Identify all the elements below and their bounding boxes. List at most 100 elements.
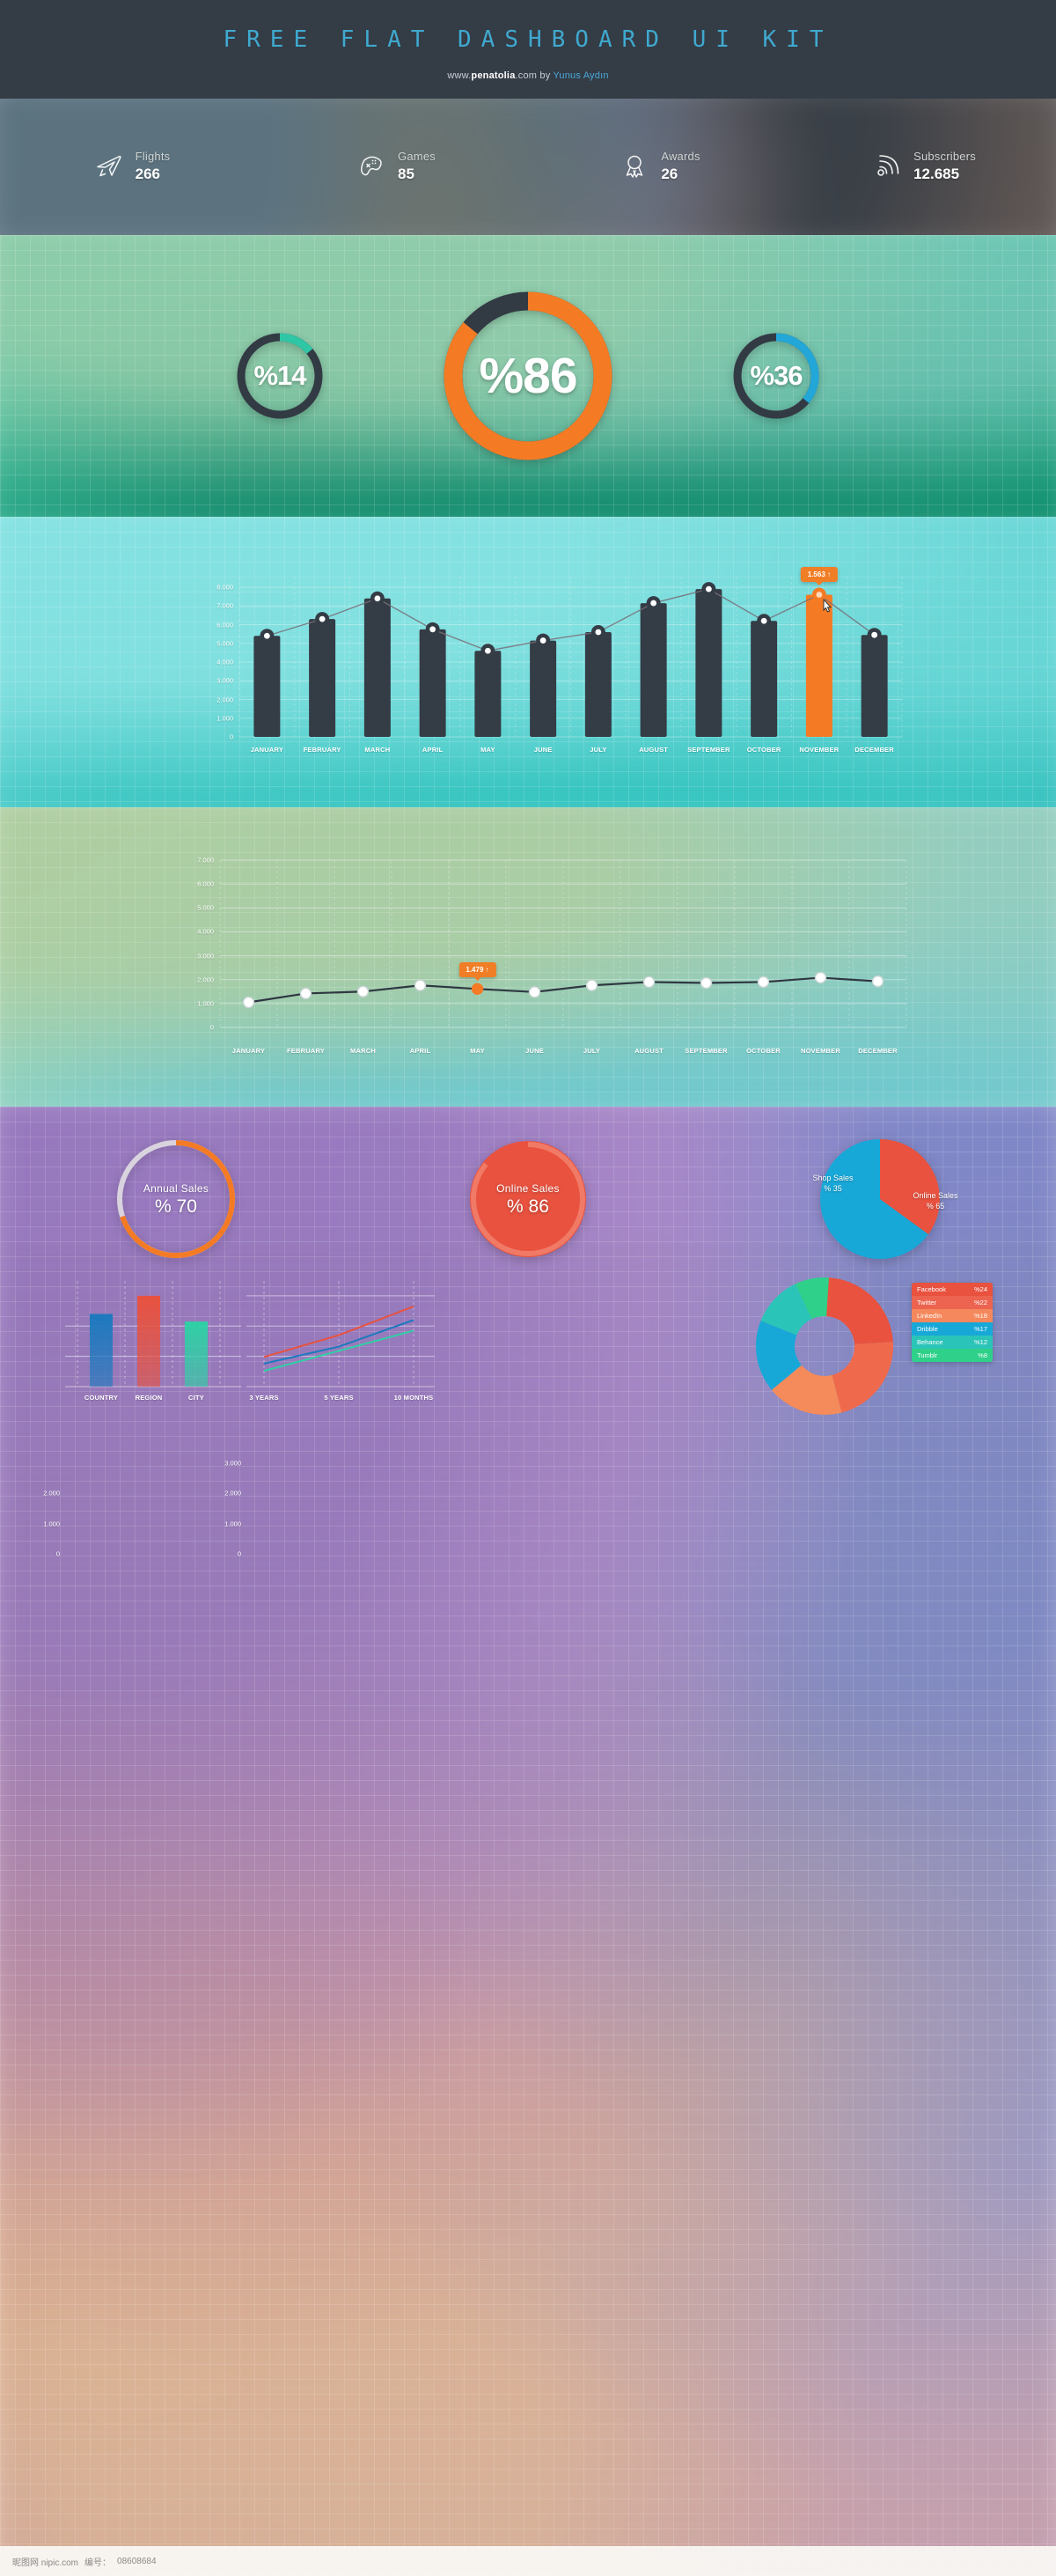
stat-games[interactable]: Games 85 — [264, 150, 528, 183]
x-axis-label: MARCH — [364, 746, 391, 754]
award-icon — [620, 151, 649, 181]
legend-value: %12 — [973, 1338, 987, 1346]
axis-y-label: 1.000 — [224, 1520, 241, 1528]
social-legend[interactable]: Facebook %24 Twitter %22 LinkedIn %18 Dribble%… — [912, 1283, 993, 1362]
x-axis-label: AUGUST — [639, 746, 669, 754]
bottom-band: Annual Sales % 70 Online Sales % 86 Shop… — [0, 1107, 1056, 2576]
subtitle-brand: penatolia — [471, 70, 516, 81]
stat-flights[interactable]: Flights 266 — [0, 150, 264, 183]
author-link[interactable]: Yunus Aydın — [553, 70, 608, 81]
line-point — [871, 975, 884, 988]
x-axis-label: JUNE — [533, 746, 553, 754]
legend-label: Facebook — [917, 1285, 946, 1293]
x-axis-label: 5 YEARS — [324, 1394, 354, 1402]
stat-value: 266 — [135, 166, 161, 183]
donut-right[interactable]: %36 — [729, 328, 824, 423]
stat-value: 26 — [661, 166, 678, 183]
online-sales-disc[interactable]: Online Sales % 86 — [456, 1127, 601, 1272]
monthly-bar-chart[interactable]: 0 1.000 2.000 3.000 4.000 5.000 6.000 7.000 8.00… — [0, 517, 1056, 807]
point-dot — [650, 600, 657, 607]
legend-row[interactable]: Tumblr %8 — [912, 1349, 993, 1362]
point-dot — [816, 592, 823, 598]
footer-strip: 昵图网 nipic.com 编号： 08608684 — [0, 2546, 1056, 2576]
pie-label-pct: % 35 — [824, 1183, 842, 1193]
annual-sales-center: Annual Sales % 70 — [143, 1181, 209, 1218]
legend-row[interactable]: Facebook %24 — [912, 1283, 993, 1296]
legend-row[interactable]: Dribble %17 — [912, 1322, 993, 1336]
point-dot — [319, 615, 326, 622]
donut-center[interactable]: %86 — [440, 288, 616, 464]
online-sales-center: Online Sales % 86 — [496, 1181, 560, 1218]
stats-band: Flights 266 Games 85 Awards 26 Subscribe… — [0, 99, 1056, 235]
page-title: FREE FLAT DASHBOARD UI KIT — [223, 26, 833, 53]
stat-awards[interactable]: Awards 26 — [528, 150, 792, 183]
x-axis-label: JUNE — [525, 1047, 544, 1055]
ring-title: Annual Sales — [143, 1182, 209, 1195]
x-axis-label: JANUARY — [231, 1047, 266, 1055]
axis-y-label: 1.000 — [43, 1520, 60, 1528]
stats-row: Flights 266 Games 85 Awards 26 Subscribe… — [0, 99, 1056, 235]
line-chart-band: 0 1.000 2.000 3.000 4.000 5.000 6.000 7.000 JANU… — [0, 807, 1056, 1107]
bar — [309, 619, 336, 737]
line-point — [242, 996, 255, 1009]
legend-row[interactable]: LinkedIn %18 — [912, 1309, 993, 1322]
bar-chart-band: 0 1.000 2.000 3.000 4.000 5.000 6.000 7.000 8.00… — [0, 517, 1056, 807]
line-tooltip: 1.479 ↑ — [458, 962, 496, 978]
legend-row[interactable]: Behance %12 — [912, 1336, 993, 1349]
axis-y-label: 0 — [55, 1549, 60, 1558]
bar — [253, 636, 281, 737]
legend-value: %24 — [973, 1285, 987, 1293]
x-axis-label: DECEMBER — [854, 746, 894, 754]
x-axis-label: APRIL — [422, 746, 444, 754]
footer-site: 昵图网 nipic.com — [12, 2558, 79, 2568]
bar — [363, 598, 391, 737]
stat-label: Awards — [661, 150, 700, 164]
header-subtitle: www.penatolia.com by Yunus Aydın — [0, 70, 1056, 81]
line-point — [814, 971, 827, 984]
legend-label: Dribble — [917, 1325, 938, 1333]
axis-y-label: 2.000 — [224, 1489, 241, 1498]
x-axis-label: JULY — [590, 746, 607, 754]
line-point — [642, 975, 656, 989]
x-axis-label: DECEMBER — [858, 1047, 898, 1055]
donut-left[interactable]: %14 — [232, 328, 327, 423]
point-dot — [484, 647, 491, 654]
x-axis-label: FEBRUARY — [287, 1047, 325, 1055]
bar — [640, 603, 667, 737]
x-axis-label: MAY — [470, 1047, 485, 1055]
x-axis-label: NOVEMBER — [799, 746, 840, 754]
x-axis-label: FEBRUARY — [303, 746, 341, 754]
x-axis-label: 10 MONTHS — [393, 1394, 434, 1402]
pie-label-pct: % 65 — [926, 1201, 945, 1211]
legend-row[interactable]: Twitter %22 — [912, 1296, 993, 1309]
cursor-pointer-icon — [821, 598, 835, 616]
monthly-line-chart[interactable]: 0 1.000 2.000 3.000 4.000 5.000 6.000 7.000 JANU… — [0, 807, 1056, 1098]
rss-icon — [872, 151, 902, 181]
legend-value: %18 — [973, 1312, 987, 1320]
bar — [584, 632, 612, 737]
point-dot — [263, 632, 270, 639]
bar — [861, 635, 888, 737]
stat-label: Games — [398, 150, 436, 164]
x-axis-label: MAY — [480, 746, 495, 754]
annual-sales-ring[interactable]: Annual Sales % 70 — [104, 1127, 249, 1272]
stat-value: 85 — [398, 166, 414, 183]
footer-id-value: 08608684 — [117, 2556, 157, 2566]
legend-label: LinkedIn — [917, 1312, 942, 1320]
ring-percent: % 70 — [155, 1196, 197, 1217]
footer-id-label: 编号： — [84, 2558, 112, 2568]
donut-band: %14 %86 %36 — [0, 235, 1056, 517]
line-point — [757, 975, 770, 989]
sales-split-pie[interactable]: Shop Sales % 35 Online Sales % 65 — [808, 1127, 958, 1272]
x-axis-label: OCTOBER — [746, 1047, 781, 1055]
social-donut[interactable] — [744, 1265, 906, 1428]
city-skyline-texture — [0, 1239, 1056, 2576]
donut-slice-twitter[interactable] — [832, 1342, 893, 1413]
line-point — [299, 987, 312, 1000]
legend-value: %22 — [973, 1299, 987, 1306]
x-axis-label: APRIL — [409, 1047, 431, 1055]
donut-slice-facebook[interactable] — [825, 1277, 893, 1344]
ring-percent: % 86 — [507, 1196, 549, 1217]
stat-subscribers[interactable]: Subscribers 12.685 — [792, 150, 1056, 182]
line-point — [414, 979, 427, 991]
